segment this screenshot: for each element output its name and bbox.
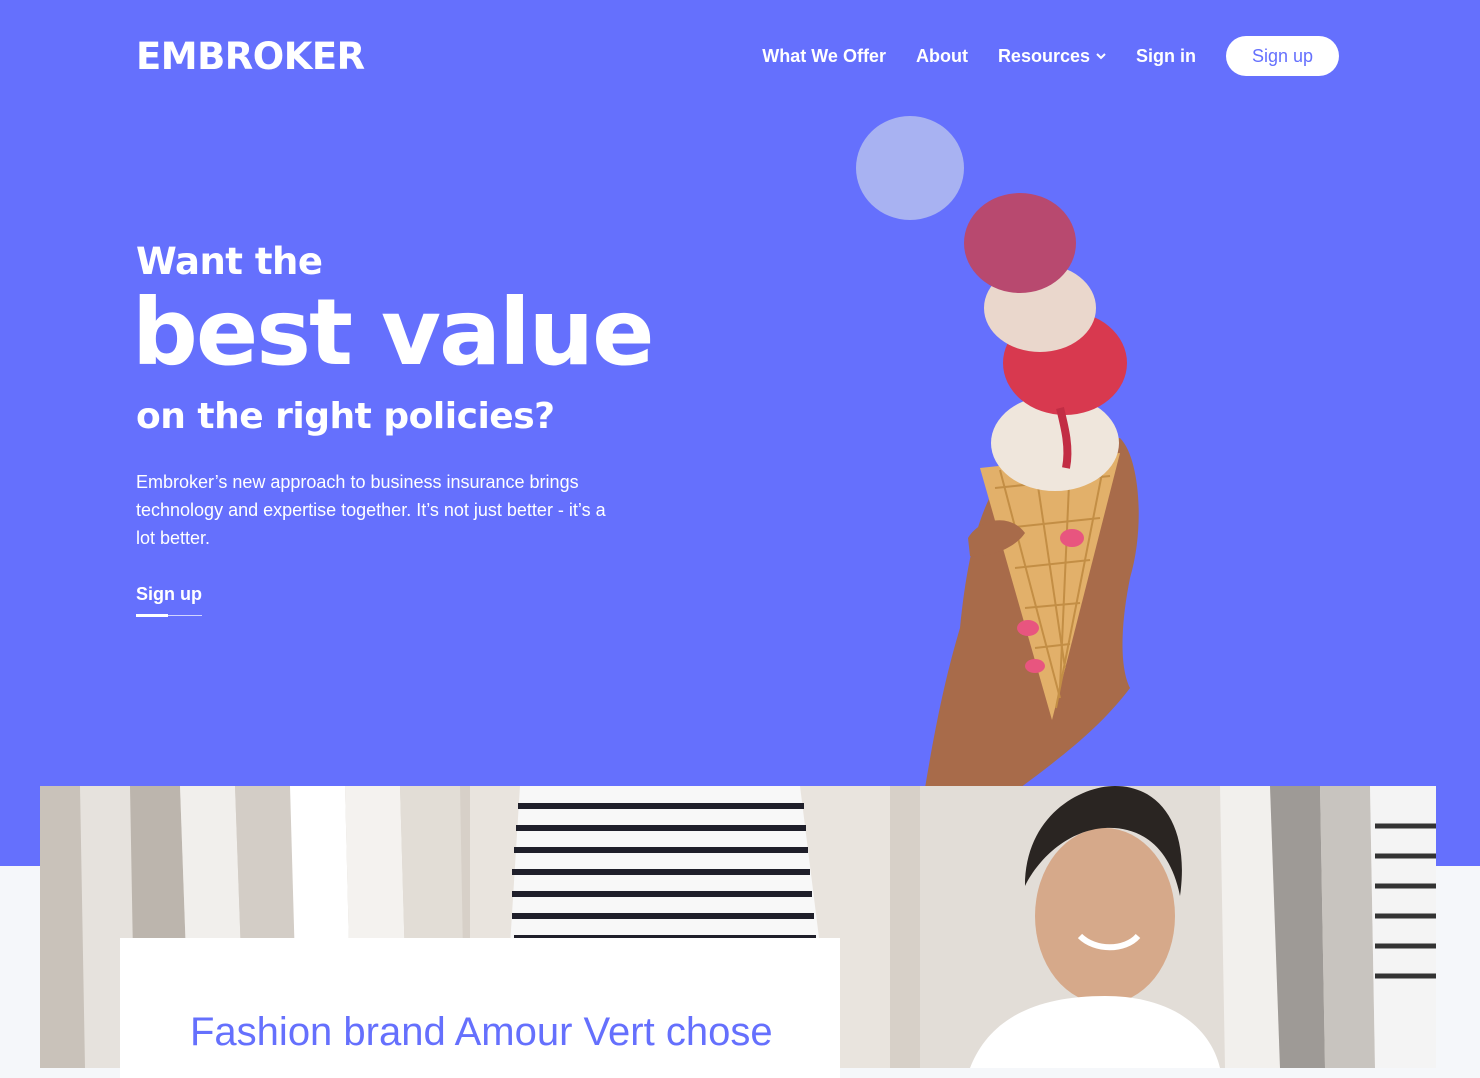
hero-section: EMBROKER What We Offer About Resources S…: [0, 0, 1480, 866]
nav-resources-label: Resources: [997, 45, 1090, 66]
sign-up-button[interactable]: Sign up: [1226, 36, 1339, 76]
nav-sign-in[interactable]: Sign in: [1136, 46, 1196, 67]
hero-heading-line2: best value: [132, 279, 654, 386]
hero-description: Embroker’s new approach to business insu…: [136, 472, 606, 548]
hero-heading-line3: on the right policies?: [136, 396, 555, 437]
hero-heading-line1: Want the: [136, 240, 323, 283]
customer-story-card: Fashion brand Amour Vert chose: [120, 938, 840, 1078]
chevron-down-icon: [1096, 52, 1106, 59]
cta-underline-accent: [136, 614, 168, 617]
nav-what-we-offer[interactable]: What We Offer: [762, 46, 886, 67]
ice-cream-cone-image: [856, 116, 1139, 788]
nav-about[interactable]: About: [916, 46, 968, 67]
embroker-logo[interactable]: EMBROKER: [136, 38, 365, 75]
main-nav: What We Offer About Resources Sign in Si…: [762, 36, 1339, 76]
nav-resources[interactable]: Resources: [998, 46, 1106, 67]
hero-sign-up-link[interactable]: Sign up: [136, 584, 202, 605]
customer-story-title[interactable]: Fashion brand Amour Vert chose: [190, 1010, 773, 1055]
